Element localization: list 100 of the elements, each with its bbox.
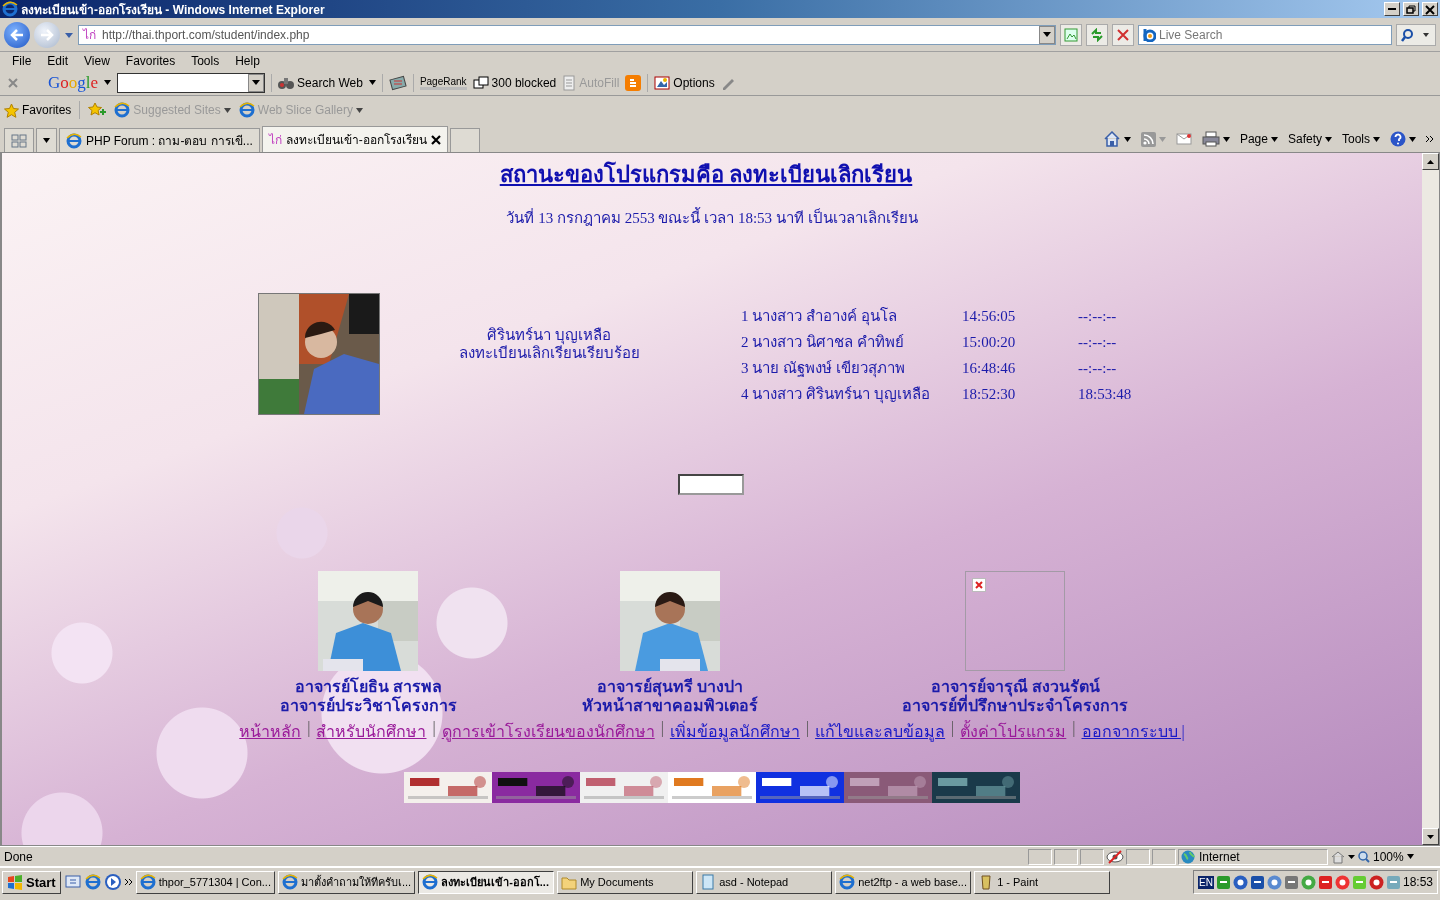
tray-icon[interactable] <box>1215 874 1231 890</box>
taskbar-button[interactable]: มาตั้งคำถามให้ทีครับเ... <box>277 870 416 894</box>
search-logo[interactable]: Google <box>48 72 99 93</box>
popup-blocked-count[interactable]: 300 blocked <box>491 75 557 90</box>
stop-button[interactable] <box>1112 23 1134 46</box>
caret-icon[interactable] <box>104 80 112 85</box>
time-out: --:--:-- <box>1078 333 1118 352</box>
chevron-icon[interactable] <box>1426 135 1434 143</box>
browser-icon <box>114 102 131 118</box>
url-text: http://thai.thport.com/student/index.php <box>102 27 311 42</box>
tab-label: PHP Forum : ถาม-ตอบ การเขี... <box>86 133 253 150</box>
home-icon[interactable] <box>1102 131 1121 147</box>
search-field[interactable]: Live Search <box>1138 24 1392 45</box>
status-panel <box>1028 848 1052 865</box>
nav-link[interactable]: สำหรับนักศึกษา <box>316 719 427 744</box>
start-button[interactable]: Start <box>2 870 61 894</box>
help-icon[interactable] <box>1390 131 1406 147</box>
privacy-icon[interactable] <box>1106 848 1124 865</box>
caret-icon[interactable] <box>368 80 376 85</box>
dropdown-button[interactable] <box>248 73 265 92</box>
dropdown-icon[interactable] <box>64 30 74 39</box>
separator: | <box>432 719 436 739</box>
nav-link[interactable]: หน้าหลัก <box>239 719 302 744</box>
scroll-arrow-button[interactable] <box>1422 828 1439 845</box>
search-web-button[interactable]: Search Web <box>297 75 363 90</box>
teacher-role: อาจารย์ประวิชาโครงการ <box>279 696 457 715</box>
mail-icon[interactable] <box>1175 133 1192 145</box>
caret-icon[interactable] <box>1373 136 1380 142</box>
nav-link[interactable]: เพิ่มข้อมูลนักศึกษา <box>669 719 800 744</box>
close-button[interactable] <box>1422 2 1438 16</box>
menu-item[interactable]: Help <box>227 54 268 68</box>
globe-icon <box>1181 849 1195 864</box>
scroll-arrow-button[interactable] <box>1422 153 1439 170</box>
teacher-role: อาจารย์ที่ปรึกษาประจำโครงการ <box>902 696 1128 715</box>
menu-item[interactable]: Edit <box>39 54 77 68</box>
log-entry: 4 นางสาว ศิรินทร์นา บุญเหลือ <box>741 385 931 404</box>
tray-icon[interactable] <box>1317 874 1333 890</box>
log-entry: 1 นางสาว สำอางค์ อุนโล <box>741 306 898 326</box>
taskbar-button[interactable]: net2ftp - a web base... <box>835 870 972 894</box>
restore-button[interactable] <box>1403 2 1419 16</box>
address-field[interactable]: ไก่ http://thai.thport.com/student/index.php <box>78 24 1056 45</box>
menu-item[interactable]: Tools <box>183 54 228 68</box>
caret-icon[interactable] <box>355 107 363 113</box>
options-button[interactable]: Options <box>673 75 715 90</box>
dropdown-button[interactable] <box>1039 25 1055 44</box>
browser-icon[interactable] <box>84 874 101 890</box>
caret-icon[interactable] <box>1406 854 1414 859</box>
command-menu[interactable]: Page <box>1239 132 1268 146</box>
zoom-level[interactable]: 100% <box>1373 849 1404 864</box>
caret-icon[interactable] <box>1123 136 1131 142</box>
tray-icon[interactable] <box>1249 874 1265 890</box>
minimize-button[interactable] <box>1384 2 1400 16</box>
tray-icon[interactable] <box>1283 874 1299 890</box>
back-button[interactable] <box>4 21 30 48</box>
search-button[interactable] <box>1396 23 1436 46</box>
printer-icon[interactable] <box>1201 131 1220 147</box>
tab-list-button[interactable] <box>36 128 57 152</box>
browser-tab[interactable]: PHP Forum : ถาม-ตอบ การเขี... <box>59 128 260 152</box>
taskbar-button[interactable]: asd - Notepad <box>696 870 833 894</box>
command-menu[interactable]: Tools <box>1342 132 1370 146</box>
favorites-button[interactable]: Favorites <box>22 103 72 117</box>
caret-icon[interactable] <box>1325 136 1332 142</box>
refresh-icon <box>1090 27 1104 42</box>
menu-item[interactable]: View <box>76 54 118 68</box>
caret-icon[interactable] <box>1222 136 1230 142</box>
tray-icon[interactable] <box>1334 874 1350 890</box>
refresh-button[interactable] <box>1086 23 1108 46</box>
caret-icon[interactable] <box>1409 136 1416 142</box>
protected-mode-icon[interactable] <box>1330 849 1356 864</box>
close-icon[interactable] <box>430 134 441 145</box>
separator: | <box>951 719 955 739</box>
log-entry: 3 นาย ณัฐพงษ์ เขียวสุภาพ <box>741 359 906 378</box>
feed-icon[interactable] <box>1140 131 1156 147</box>
news-icon[interactable] <box>388 74 407 91</box>
taskbar-button[interactable]: ลงทะเบียนเข้า-ออกโ... <box>418 870 555 894</box>
taskbar-button[interactable]: 1 - Paint <box>974 870 1111 894</box>
taskbar-button[interactable]: thpor_5771304 | Con... <box>135 870 275 894</box>
clock: 18:53 <box>1402 875 1433 889</box>
taskbar-button[interactable]: My Documents <box>557 870 694 894</box>
menu-item[interactable]: Favorites <box>117 54 184 68</box>
command-menu[interactable]: Safety <box>1287 132 1322 146</box>
input-field[interactable] <box>678 474 744 495</box>
tray-icon[interactable] <box>1368 874 1384 890</box>
tray-icon[interactable] <box>1232 874 1248 890</box>
teacher-role: หัวหน้าสาขาคอมพิวเตอร์ <box>582 696 758 715</box>
caret-icon[interactable] <box>1270 136 1278 142</box>
blog-icon[interactable] <box>625 74 642 91</box>
tray-icon[interactable] <box>1266 874 1282 890</box>
nav-link[interactable]: ดูการเข้าโรงเรียนของนักศึกษา <box>441 719 655 744</box>
menu-item[interactable]: File <box>4 54 40 68</box>
search-field[interactable] <box>117 72 266 93</box>
media-player-icon[interactable] <box>103 873 122 891</box>
nav-link[interactable]: ออกจากระบบ | <box>1081 719 1185 744</box>
caret-icon[interactable] <box>223 107 231 113</box>
app-icon <box>139 874 156 890</box>
browser-tab[interactable]: ไก่ ลงทะเบียนเข้า-ออกโรงเรียน <box>261 126 448 152</box>
scrollbar[interactable] <box>1422 153 1439 845</box>
language-indicator[interactable]: EN <box>1198 875 1214 889</box>
nav-link[interactable]: แก้ไขและลบข้อมูล <box>815 719 946 744</box>
chevron-icon[interactable] <box>124 878 133 886</box>
